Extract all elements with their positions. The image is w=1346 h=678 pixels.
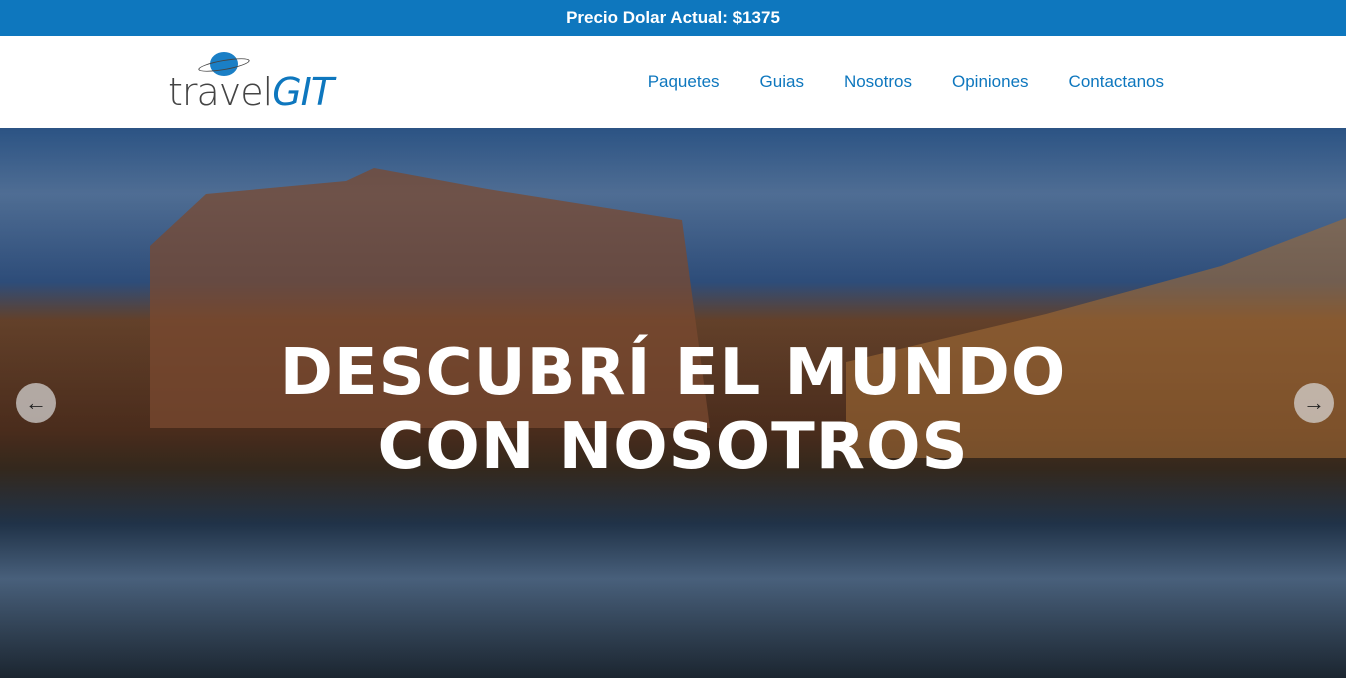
dollar-price-text: Precio Dolar Actual: $1375 [566,8,780,27]
headline-line-2: CON NOSOTROS [377,410,969,484]
carousel-next-button[interactable]: → [1294,383,1334,423]
nav-guias[interactable]: Guias [760,72,804,92]
nav-paquetes[interactable]: Paquetes [648,72,720,92]
header: travelGIT Paquetes Guias Nosotros Opinio… [0,36,1346,128]
dollar-price-bar: Precio Dolar Actual: $1375 [0,0,1346,36]
hero-headline: DESCUBRÍ EL MUNDO CON NOSOTROS [0,336,1346,484]
hero-carousel: DESCUBRÍ EL MUNDO CON NOSOTROS ← → [0,128,1346,678]
main-nav: Paquetes Guias Nosotros Opiniones Contac… [648,36,1164,128]
logo[interactable]: travelGIT [168,50,334,114]
logo-text-travel: travel [168,70,273,114]
logo-text-git: GIT [272,70,334,114]
arrow-left-icon: ← [25,390,47,415]
nav-opiniones[interactable]: Opiniones [952,72,1029,92]
nav-contactanos[interactable]: Contactanos [1069,72,1164,92]
headline-line-1: DESCUBRÍ EL MUNDO [279,336,1067,410]
carousel-prev-button[interactable]: ← [16,383,56,423]
arrow-right-icon: → [1303,390,1325,415]
nav-nosotros[interactable]: Nosotros [844,72,912,92]
